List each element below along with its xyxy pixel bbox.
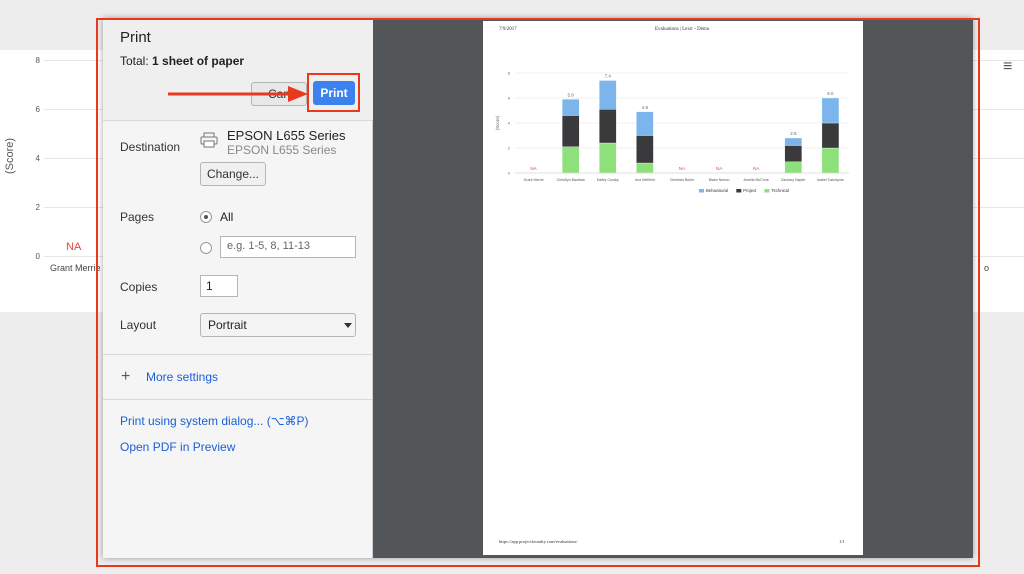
y-tick: 0 (35, 252, 40, 261)
y-tick: 6 (35, 105, 40, 114)
category-label-fragment: o (984, 263, 990, 273)
y-tick: 2 (35, 203, 40, 212)
y-axis-label: (Score) (4, 137, 17, 175)
annotation-print-highlight (307, 73, 360, 112)
na-label: NA (66, 241, 82, 253)
hamburger-menu-icon[interactable]: ≡ (1003, 58, 1012, 76)
annotation-arrow-icon (168, 86, 308, 102)
category-label: Grant Merrie (50, 263, 101, 273)
y-tick: 8 (35, 56, 40, 65)
